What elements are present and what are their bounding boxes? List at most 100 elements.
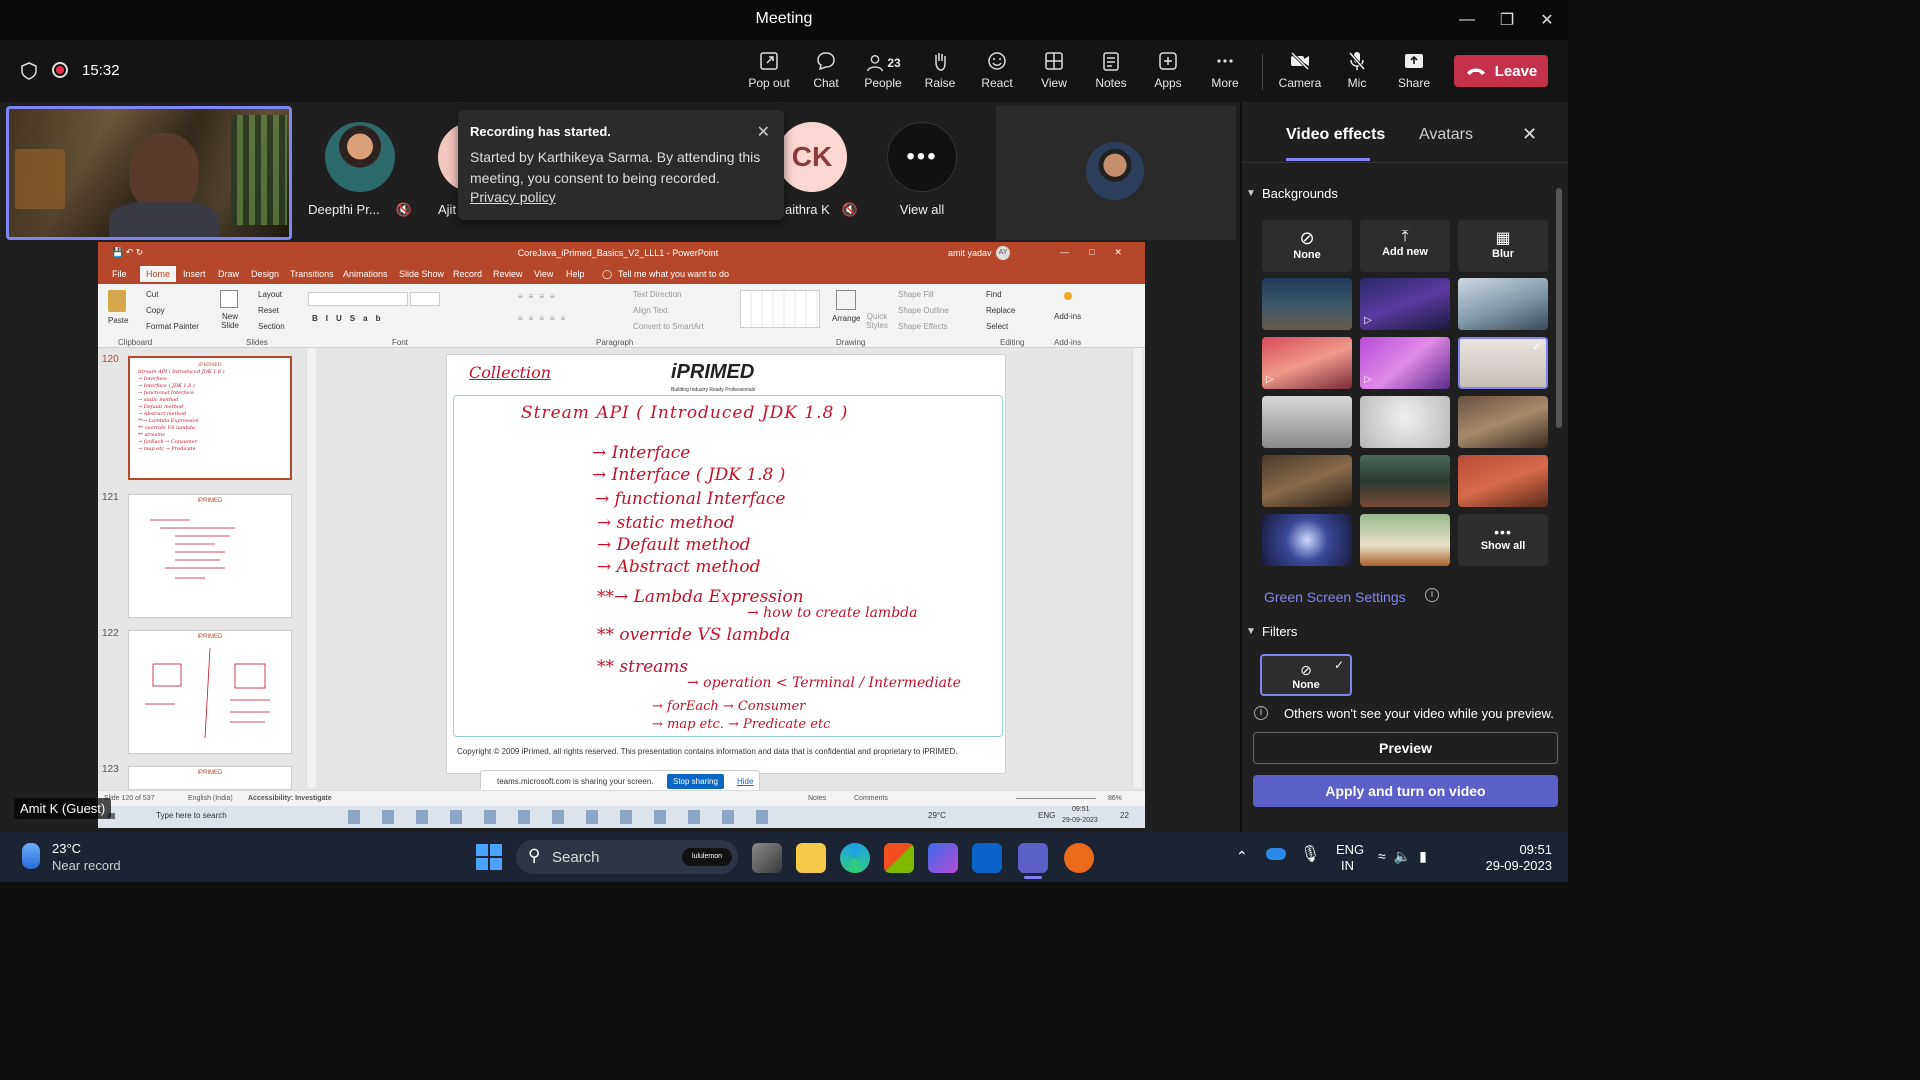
chat-button[interactable]: Chat — [798, 50, 854, 98]
presenter-label: Amit K (Guest) — [14, 798, 112, 819]
phone-hangup-icon — [1466, 68, 1485, 75]
background-option[interactable] — [1262, 278, 1352, 330]
pop-out-button[interactable]: Pop out — [741, 50, 797, 98]
slide-canvas[interactable]: iPRIMED Building Industry Ready Professi… — [446, 354, 1006, 774]
inner-taskbar: ▦ Type here to search 29°C ENG 09:51 29-… — [98, 806, 1145, 828]
mic-button[interactable]: Mic — [1329, 50, 1385, 98]
close-window-icon[interactable]: ✕ — [1532, 6, 1562, 34]
smiley-icon — [988, 52, 1006, 70]
zoom-slider[interactable] — [1016, 798, 1096, 799]
share-button[interactable]: Share — [1386, 50, 1442, 98]
teams-icon[interactable] — [1018, 843, 1048, 873]
wifi-volume-battery-icons[interactable]: ≈🔈▮ — [1378, 848, 1435, 865]
raise-hand-button[interactable]: Raise — [912, 50, 968, 98]
view-all-tile[interactable]: ••• View all — [880, 106, 964, 240]
background-option[interactable] — [1458, 396, 1548, 448]
apply-turn-on-video-button[interactable]: Apply and turn on video — [1253, 775, 1558, 807]
font-format-buttons[interactable]: BIUSab — [312, 314, 388, 323]
background-option[interactable]: ▷ — [1360, 278, 1450, 330]
align-buttons[interactable]: ≡≡≡≡≡ — [518, 314, 571, 323]
store-icon[interactable] — [884, 843, 914, 873]
background-option-selected[interactable]: ✓ — [1458, 337, 1548, 389]
filter-none-option[interactable]: ⊘ None ✓ — [1260, 654, 1352, 696]
background-option[interactable] — [1458, 455, 1548, 507]
pp-ribbon-tabs: File Home Insert Draw Design Transitions… — [98, 264, 1145, 284]
self-video-tile[interactable] — [6, 106, 292, 240]
more-button[interactable]: More — [1197, 50, 1253, 98]
minimize-icon[interactable]: — — [1452, 6, 1482, 34]
task-view-icon[interactable] — [752, 843, 782, 873]
shared-screen-powerpoint[interactable]: 💾 ↶ ↻ CoreJava_iPrimed_Basics_V2_LLL1 - … — [98, 242, 1145, 828]
mic-muted-icon: 🔇 — [395, 202, 412, 217]
react-button[interactable]: React — [969, 50, 1025, 98]
info-app-icon[interactable] — [1064, 843, 1094, 873]
info-icon[interactable]: i — [1425, 588, 1439, 602]
collapse-chevron-icon[interactable]: ▼ — [1246, 626, 1256, 637]
window-controls[interactable]: —□✕ — [1060, 247, 1142, 258]
participant-tile[interactable]: CK aithra K 🔇 — [775, 106, 870, 240]
thumbnail-scrollbar[interactable] — [306, 348, 316, 788]
hide-link[interactable]: Hide — [737, 777, 753, 786]
toolbar-divider — [1262, 54, 1263, 90]
notes-icon — [1103, 52, 1119, 71]
list-buttons[interactable]: ≡≡≡≡ — [518, 292, 561, 301]
edge-icon[interactable] — [840, 843, 870, 873]
info-icon: i — [1254, 706, 1268, 720]
slide-thumbnail[interactable]: iPRIMED Stream API ( Introduced JDK 1.8 … — [128, 356, 292, 480]
panel-scrollbar[interactable] — [1556, 188, 1562, 428]
camera-button[interactable]: Camera — [1272, 50, 1328, 98]
checkmark-icon: ✓ — [1531, 339, 1542, 353]
leave-button[interactable]: Leave — [1454, 55, 1548, 87]
none-icon: ⊘ — [1299, 228, 1315, 248]
people-button[interactable]: 23 People — [855, 50, 911, 98]
avatar: AY — [996, 246, 1010, 260]
background-option[interactable] — [1262, 455, 1352, 507]
slide-thumbnail[interactable]: iPRIMED — [128, 494, 292, 618]
slide-scrollbar[interactable] — [1132, 348, 1142, 788]
stop-sharing-button[interactable]: Stop sharing — [667, 774, 724, 789]
pinned-apps[interactable] — [336, 810, 786, 824]
background-option[interactable]: ▷ — [1262, 337, 1352, 389]
screen-share-bar: teams.microsoft.com is sharing your scre… — [480, 770, 760, 792]
active-app-indicator — [1024, 876, 1042, 879]
collapse-chevron-icon[interactable]: ▼ — [1246, 188, 1256, 199]
background-option[interactable]: ▷ — [1360, 337, 1450, 389]
taskbar-search[interactable]: ⚲ Search lululemon — [516, 840, 738, 874]
outlook-icon[interactable] — [972, 843, 1002, 873]
notes-button[interactable]: Notes — [1083, 50, 1139, 98]
background-option[interactable] — [1262, 514, 1352, 566]
chevron-up-icon[interactable]: ⌃ — [1236, 848, 1248, 865]
slide-thumbnail[interactable]: iPRIMED — [128, 766, 292, 790]
background-option[interactable] — [1360, 396, 1450, 448]
apps-button[interactable]: Apps — [1140, 50, 1196, 98]
slide-thumbnail[interactable]: iPRIMED — [128, 630, 292, 754]
font-name-select[interactable] — [308, 292, 408, 306]
close-panel-icon[interactable]: ✕ — [1522, 124, 1537, 145]
file-explorer-icon[interactable] — [796, 843, 826, 873]
background-none-option[interactable]: ⊘ None — [1262, 220, 1352, 272]
background-option[interactable] — [1360, 514, 1450, 566]
add-new-background-button[interactable]: ⤒ Add new — [1360, 220, 1450, 272]
background-option[interactable] — [1262, 396, 1352, 448]
tab-video-effects[interactable]: Video effects — [1286, 126, 1385, 144]
onedrive-icon[interactable] — [1266, 848, 1286, 860]
show-all-button[interactable]: ••• Show all — [1458, 514, 1548, 566]
green-screen-settings-link[interactable]: Green Screen Settings — [1264, 589, 1406, 605]
copilot-icon[interactable] — [928, 843, 958, 873]
background-option[interactable] — [1360, 455, 1450, 507]
avatar — [325, 122, 395, 192]
tab-avatars[interactable]: Avatars — [1419, 126, 1473, 144]
participant-video-tile[interactable] — [996, 106, 1236, 240]
preview-button[interactable]: Preview — [1253, 732, 1558, 764]
blur-background-option[interactable]: ▦ Blur — [1458, 220, 1548, 272]
participant-tile[interactable]: Deepthi Pr... 🔇 — [305, 106, 415, 240]
restore-icon[interactable]: ❐ — [1492, 6, 1522, 34]
view-button[interactable]: View — [1026, 50, 1082, 98]
windows-start-icon[interactable] — [476, 844, 502, 870]
close-icon[interactable]: ✕ — [757, 122, 770, 142]
mic-muted-icon[interactable]: 🎙 — [1300, 844, 1320, 864]
background-option[interactable] — [1458, 278, 1548, 330]
shapes-gallery[interactable] — [740, 290, 820, 328]
font-size-select[interactable] — [410, 292, 440, 306]
privacy-policy-link[interactable]: Privacy policy — [470, 189, 556, 205]
